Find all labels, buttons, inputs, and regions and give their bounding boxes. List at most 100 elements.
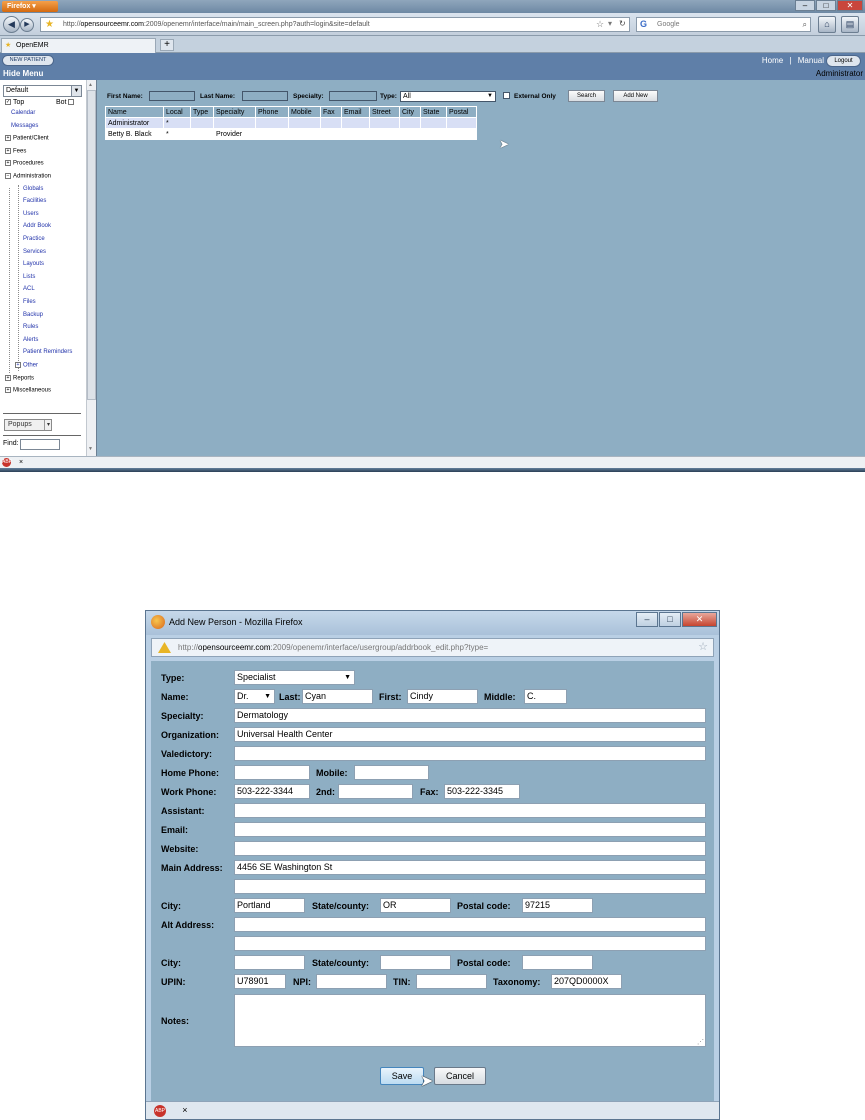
last-name-field[interactable]: Cyan	[302, 689, 373, 704]
sidebar-item-acl[interactable]: ACL	[23, 286, 35, 292]
resize-grip-icon[interactable]: ⋰	[697, 1038, 704, 1046]
sidebar-item-facilities[interactable]: Facilities	[23, 198, 46, 204]
sidebar-scrollbar[interactable]: ▲ ▼	[86, 80, 96, 456]
manual-link[interactable]: Manual	[798, 56, 824, 65]
alt-address-line2-field[interactable]	[234, 936, 706, 951]
top-frame-toggle[interactable]: ✓ Top	[5, 99, 24, 106]
new-tab-button[interactable]: +	[160, 39, 174, 51]
alt-postal-code-field[interactable]	[522, 955, 593, 970]
expand-icon[interactable]: +	[15, 362, 21, 368]
state-field[interactable]: OR	[380, 898, 451, 913]
scroll-up-icon[interactable]: ▲	[88, 82, 95, 89]
first-name-field[interactable]: Cindy	[407, 689, 478, 704]
close-addon-bar-icon[interactable]: ×	[182, 1105, 187, 1115]
contact-name-link[interactable]: Administrator	[105, 117, 164, 129]
home-phone-field[interactable]	[234, 765, 310, 780]
adblock-icon[interactable]: ABP	[154, 1104, 166, 1117]
minimize-button[interactable]: –	[795, 0, 815, 11]
address-bar[interactable]: ★ http://opensourceemr.com:2009/openemr/…	[40, 17, 630, 32]
sidebar-item-procedures[interactable]: + Procedures	[5, 160, 44, 167]
sidebar-item-miscellaneous[interactable]: + Miscellaneous	[5, 387, 51, 394]
sidebar-item-globals[interactable]: Globals	[23, 186, 43, 192]
bookmark-star-icon[interactable]: ☆	[698, 640, 708, 655]
contact-name-link[interactable]: Betty B. Black	[105, 128, 164, 140]
sidebar-item-users[interactable]: Users	[23, 211, 39, 217]
fax-field[interactable]: 503-222-3345	[444, 784, 520, 799]
bot-frame-toggle[interactable]: Bot	[56, 99, 76, 106]
save-button[interactable]: Save	[380, 1067, 424, 1085]
upin-field[interactable]: U78901	[234, 974, 286, 989]
middle-name-field[interactable]: C.	[524, 689, 567, 704]
notes-textarea[interactable]: ⋰	[234, 994, 706, 1047]
external-only-checkbox[interactable]	[503, 92, 510, 99]
menu-view-select[interactable]: Default ▼	[3, 85, 82, 97]
sidebar-item-files[interactable]: Files	[23, 299, 36, 305]
checkbox-checked-icon[interactable]: ✓	[5, 99, 11, 106]
postal-code-field[interactable]: 97215	[522, 898, 593, 913]
sidebar-item-patient-client[interactable]: + Patient/Client	[5, 135, 49, 142]
valedictory-field[interactable]	[234, 746, 706, 761]
expand-icon[interactable]: +	[5, 160, 11, 167]
specialty-filter-input[interactable]	[329, 91, 377, 101]
home-link[interactable]: Home	[762, 56, 783, 65]
close-addon-bar-icon[interactable]: ×	[19, 459, 23, 466]
taxonomy-field[interactable]: 207QD0000X	[551, 974, 622, 989]
scroll-thumb[interactable]	[87, 90, 96, 400]
sidebar-item-other[interactable]: + Other	[15, 362, 38, 369]
sidebar-item-fees[interactable]: + Fees	[5, 147, 26, 154]
sidebar-item-calendar[interactable]: Calendar	[11, 110, 35, 116]
sidebar-item-alerts[interactable]: Alerts	[23, 337, 38, 343]
maximize-button[interactable]: □	[659, 612, 681, 627]
firefox-menu-button[interactable]: Firefox ▾	[2, 1, 58, 12]
sidebar-item-layouts[interactable]: Layouts	[23, 261, 44, 267]
logout-button[interactable]: Logout	[826, 55, 861, 67]
last-name-filter-input[interactable]	[242, 91, 288, 101]
sidebar-item-patient-reminders[interactable]: Patient Reminders	[23, 349, 72, 355]
second-phone-field[interactable]	[338, 784, 413, 799]
add-new-button[interactable]: Add New	[613, 90, 658, 102]
expand-icon[interactable]: +	[5, 387, 11, 394]
sidebar-item-messages[interactable]: Messages	[11, 123, 38, 129]
sidebar-item-administration[interactable]: − Administration	[5, 173, 51, 180]
find-input[interactable]	[20, 439, 60, 450]
new-patient-button[interactable]: NEW PATIENT	[2, 55, 54, 66]
alt-city-field[interactable]	[234, 955, 305, 970]
table-row[interactable]: Administrator *	[105, 117, 477, 129]
sidebar-item-lists[interactable]: Lists	[23, 274, 35, 280]
expand-icon[interactable]: +	[5, 135, 11, 142]
main-address-line2-field[interactable]	[234, 879, 706, 894]
bookmarks-icon[interactable]: ▤	[841, 16, 859, 33]
mobile-field[interactable]	[354, 765, 429, 780]
table-row[interactable]: Betty B. Black * Provider	[105, 128, 477, 140]
search-icon[interactable]: ⌕	[803, 18, 807, 31]
search-button[interactable]: Search	[568, 90, 605, 102]
collapse-icon[interactable]: −	[5, 173, 11, 179]
home-icon[interactable]: ⌂	[818, 16, 836, 33]
website-field[interactable]	[234, 841, 706, 856]
sidebar-item-services[interactable]: Services	[23, 249, 46, 255]
checkbox-icon[interactable]	[68, 99, 75, 106]
alt-address-line1-field[interactable]	[234, 917, 706, 932]
maximize-button[interactable]: □	[816, 0, 836, 11]
dropdown-icon[interactable]: ▾	[608, 19, 612, 28]
first-name-filter-input[interactable]	[149, 91, 195, 101]
cancel-button[interactable]: Cancel	[434, 1067, 486, 1085]
back-icon[interactable]: ◀	[3, 16, 20, 33]
minimize-button[interactable]: –	[636, 612, 658, 627]
close-dialog-button[interactable]: ✕	[682, 612, 717, 627]
organization-field[interactable]: Universal Health Center	[234, 727, 706, 742]
sidebar-item-reports[interactable]: + Reports	[5, 374, 34, 381]
popups-select[interactable]: Popups ▾	[4, 419, 52, 431]
alt-state-field[interactable]	[380, 955, 451, 970]
work-phone-field[interactable]: 503-222-3344	[234, 784, 310, 799]
type-select[interactable]: Specialist ▼	[234, 670, 355, 685]
reload-icon[interactable]: ↻	[619, 19, 626, 28]
expand-icon[interactable]: +	[5, 147, 11, 154]
adblock-icon[interactable]: ABP	[2, 457, 12, 467]
close-window-button[interactable]: ✕	[837, 0, 863, 11]
sidebar-item-backup[interactable]: Backup	[23, 312, 43, 318]
npi-field[interactable]	[316, 974, 387, 989]
search-bar[interactable]: G Google ⌕	[636, 17, 811, 32]
sidebar-item-rules[interactable]: Rules	[23, 324, 38, 330]
tin-field[interactable]	[416, 974, 487, 989]
